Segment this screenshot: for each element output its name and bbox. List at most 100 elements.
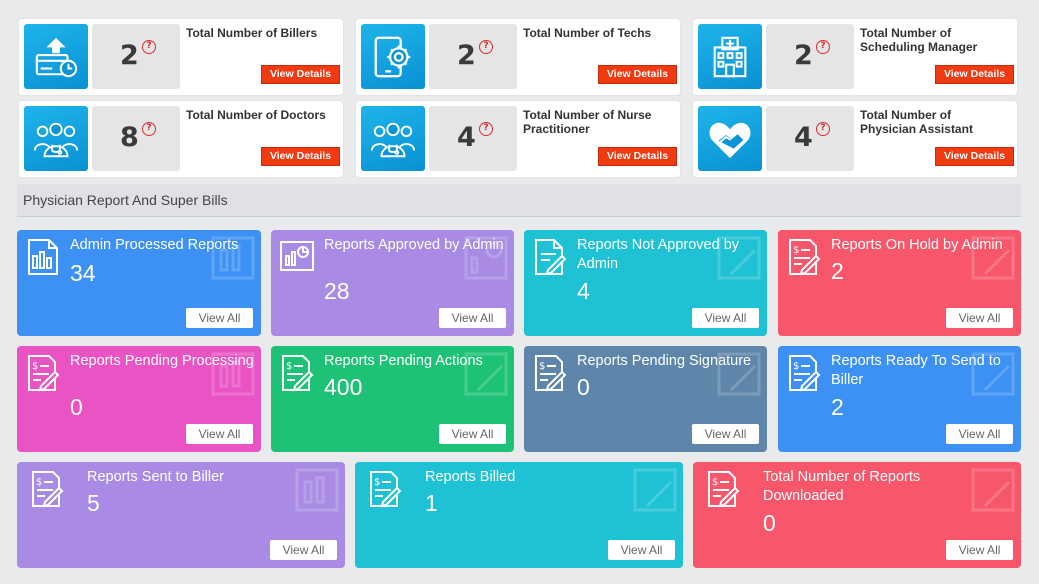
help-icon[interactable]: ? [816, 40, 830, 54]
tile-value: 2 [831, 258, 844, 284]
tile-value: 1 [425, 490, 438, 516]
tile-label: Reports Not Approved by Admin [577, 237, 740, 272]
invoice-edit-icon: $ [535, 355, 567, 392]
help-icon[interactable]: ? [142, 122, 156, 136]
view-all-button[interactable]: View All [692, 424, 759, 444]
help-icon[interactable]: ? [142, 40, 156, 54]
invoice-edit-icon: $ [28, 355, 60, 392]
svg-text:$: $ [712, 477, 718, 488]
doctors-icon [24, 106, 88, 171]
view-all-button[interactable]: View All [946, 540, 1013, 560]
tile-value: 0 [577, 374, 590, 400]
stat-card-scheduling: 2 ? Total Number of Scheduling Manager V… [693, 19, 1017, 95]
tile-reports-on-hold[interactable]: $ Reports On Hold by Admin 2 View All [778, 230, 1021, 336]
tile-value: 28 [324, 278, 350, 304]
svg-text:$: $ [36, 477, 42, 488]
tile-label: Reports Ready To Send to Biller [831, 353, 1001, 388]
stat-count-box: 4 ? [766, 106, 854, 171]
tile-label: Reports Pending Actions [324, 353, 483, 369]
tile-reports-ready-to-send[interactable]: $ Reports Ready To Send to Biller 2 View… [778, 346, 1021, 452]
invoice-edit-icon: $ [789, 355, 821, 392]
tile-reports-approved-by-admin[interactable]: Reports Approved by Admin 28 View All [271, 230, 514, 336]
stat-count-box: 4 ? [429, 106, 517, 171]
view-details-button[interactable]: View Details [935, 147, 1014, 166]
view-all-button[interactable]: View All [946, 308, 1013, 328]
heart-handshake-icon [698, 106, 762, 171]
view-all-button[interactable]: View All [186, 308, 253, 328]
section-header: Physician Report And Super Bills [17, 184, 1021, 217]
tile-reports-pending-processing[interactable]: $ Reports Pending Processing 0 View All [17, 346, 261, 452]
stat-card-doctors: 8 ? Total Number of Doctors View Details [19, 101, 343, 177]
stat-card-nurse-practitioner: 4 ? Total Number of Nurse Practitioner V… [356, 101, 680, 177]
tile-value: 0 [70, 394, 83, 420]
stat-count: 2 [794, 40, 813, 71]
tile-reports-billed[interactable]: $ Reports Billed 1 View All [355, 462, 683, 568]
tile-label: Reports Pending Signature [577, 353, 752, 369]
svg-text:$: $ [793, 361, 799, 372]
help-icon[interactable]: ? [479, 122, 493, 136]
tile-label: Reports Sent to Biller [87, 469, 225, 485]
stat-title: Total Number of Techs [523, 26, 652, 40]
stat-count-box: 2 ? [429, 24, 517, 89]
stat-title: Total Number of Nurse Practitioner [523, 108, 652, 136]
stat-count-box: 2 ? [92, 24, 180, 89]
svg-text:$: $ [32, 361, 38, 372]
stat-count: 2 [457, 40, 476, 71]
tile-label: Reports Pending Processing [70, 353, 254, 369]
section-title: Physician Report And Super Bills [23, 192, 228, 208]
stat-card-techs: 2 ? Total Number of Techs View Details [356, 19, 680, 95]
invoice-edit-icon: $ [708, 471, 740, 508]
invoice-edit-icon: $ [32, 471, 64, 508]
nurses-icon [361, 106, 425, 171]
invoice-edit-icon: $ [282, 355, 314, 392]
view-details-button[interactable]: View Details [261, 65, 340, 84]
view-all-button[interactable]: View All [439, 424, 506, 444]
stat-count: 4 [794, 122, 813, 153]
tile-reports-pending-actions[interactable]: $ Reports Pending Actions 400 View All [271, 346, 514, 452]
stat-title: Total Number of Billers [186, 26, 318, 40]
tile-label: Reports Approved by Admin [324, 237, 504, 253]
tile-reports-not-approved[interactable]: Reports Not Approved by Admin 4 View All [524, 230, 767, 336]
tile-reports-downloaded[interactable]: $ Total Number of Reports Downloaded 0 V… [693, 462, 1021, 568]
tech-tablet-gear-icon [361, 24, 425, 89]
tile-label: Reports Billed [425, 469, 516, 485]
tile-admin-processed-reports[interactable]: Admin Processed Reports 34 View All [17, 230, 261, 336]
help-icon[interactable]: ? [479, 40, 493, 54]
svg-text:$: $ [286, 361, 292, 372]
view-all-button[interactable]: View All [608, 540, 675, 560]
invoice-edit-icon: $ [789, 239, 821, 276]
stat-count-box: 2 ? [766, 24, 854, 89]
report-chart-icon [28, 239, 58, 275]
stat-count: 2 [120, 40, 139, 71]
stat-title: Total Number of Doctors [186, 108, 326, 122]
help-icon[interactable]: ? [816, 122, 830, 136]
stat-count: 4 [457, 122, 476, 153]
report-chart-icon [280, 241, 314, 271]
biller-icon [24, 24, 88, 89]
tile-value: 400 [324, 374, 363, 400]
tile-value: 34 [70, 260, 96, 286]
view-details-button[interactable]: View Details [261, 147, 340, 166]
tile-reports-sent-to-biller[interactable]: $ Reports Sent to Biller 5 View All [17, 462, 345, 568]
view-all-button[interactable]: View All [946, 424, 1013, 444]
invoice-edit-icon: $ [370, 471, 402, 508]
stat-card-billers: 2 ? Total Number of Billers View Details [19, 19, 343, 95]
view-details-button[interactable]: View Details [935, 65, 1014, 84]
svg-text:$: $ [539, 361, 545, 372]
tile-label: Total Number of Reports Downloaded [763, 469, 921, 504]
view-all-button[interactable]: View All [270, 540, 337, 560]
view-all-button[interactable]: View All [692, 308, 759, 328]
watermark-icon [971, 468, 1015, 512]
view-all-button[interactable]: View All [186, 424, 253, 444]
tile-label: Admin Processed Reports [70, 237, 239, 253]
tile-value: 0 [763, 510, 776, 536]
stat-title: Total Number of Scheduling Manager [860, 26, 978, 54]
view-details-button[interactable]: View Details [598, 65, 677, 84]
stat-card-physician-assistant: 4 ? Total Number of Physician Assistant … [693, 101, 1017, 177]
view-details-button[interactable]: View Details [598, 147, 677, 166]
stat-count: 8 [120, 122, 139, 153]
view-all-button[interactable]: View All [439, 308, 506, 328]
tile-value: 4 [577, 278, 590, 304]
tile-value: 2 [831, 394, 844, 420]
tile-reports-pending-signature[interactable]: $ Reports Pending Signature 0 View All [524, 346, 767, 452]
